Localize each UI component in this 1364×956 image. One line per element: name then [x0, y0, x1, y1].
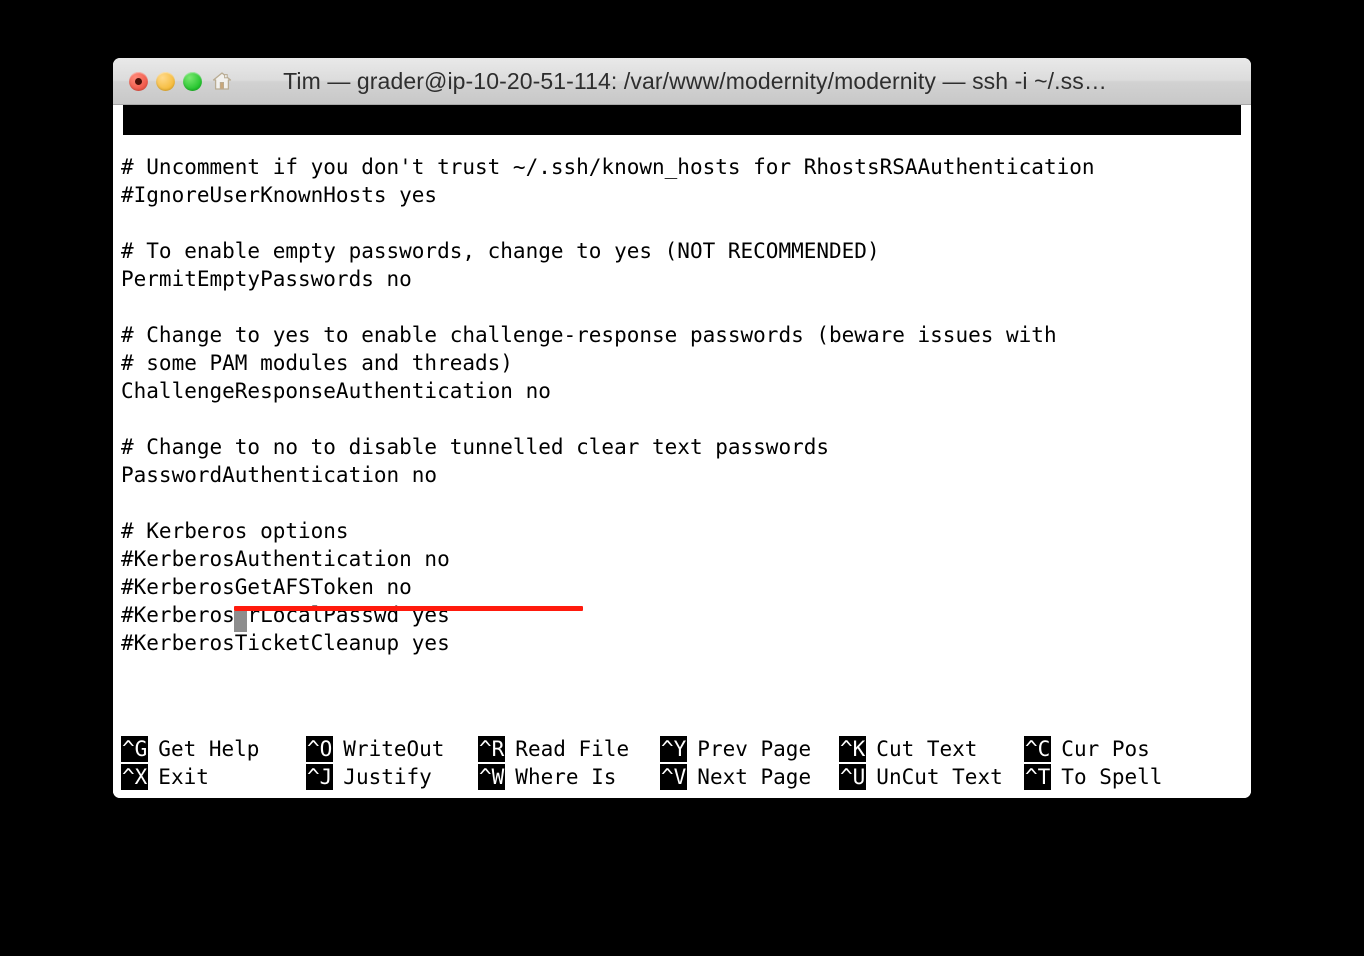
shortcut-key: ^V [660, 764, 688, 790]
shortcut-ctrl-u[interactable]: ^U UnCut Text [839, 763, 1024, 791]
shortcut-ctrl-j[interactable]: ^J Justify [306, 763, 478, 791]
editor-line: # To enable empty passwords, change to y… [121, 237, 1249, 265]
editor-line-text: # To enable empty passwords, change to y… [121, 239, 880, 263]
editor-line-text: #IgnoreUserKnownHosts yes [121, 183, 438, 207]
shortcut-key: ^J [306, 764, 334, 790]
shortcut-row-1: ^G Get Help ^O WriteOut ^R Read File ^Y Prev Pa… [121, 735, 1245, 763]
editor-line-text: #KerberosAuthentication no [121, 547, 450, 571]
shortcut-label: WriteOut [343, 737, 445, 761]
editor-line-text: ChallengeResponseAuthentication no [121, 379, 551, 403]
shortcut-ctrl-g[interactable]: ^G Get Help [121, 735, 306, 763]
nano-shortcut-bar: ^G Get Help ^O WriteOut ^R Read File ^Y Prev Pa… [121, 735, 1245, 791]
shortcut-ctrl-k[interactable]: ^K Cut Text [839, 735, 1024, 763]
shortcut-key: ^G [121, 736, 149, 762]
editor-line-text: # Change to yes to enable challenge-resp… [121, 323, 1057, 347]
shortcut-ctrl-t[interactable]: ^T To Spell [1024, 763, 1184, 791]
shortcut-ctrl-o[interactable]: ^O WriteOut [306, 735, 478, 763]
shortcut-ctrl-v[interactable]: ^V Next Page [660, 763, 839, 791]
shortcut-key: ^Y [660, 736, 688, 762]
editor-line-text: # Change to no to disable tunnelled clea… [121, 435, 830, 459]
shortcut-label: Justify [343, 765, 432, 789]
traffic-lights [129, 58, 202, 104]
editor-line-text: # some PAM modules and threads) [121, 351, 513, 375]
editor-line: # Change to yes to enable challenge-resp… [121, 321, 1249, 349]
close-button[interactable] [129, 71, 148, 91]
shortcut-label: Read File [515, 737, 630, 761]
shortcut-label: Next Page [697, 765, 812, 789]
editor-line-text: #KerberosTicketCleanup yes [121, 631, 450, 655]
shortcut-key: ^W [478, 764, 506, 790]
editor-line-text: #KerberosGetAFSToken no [121, 575, 412, 599]
shortcut-ctrl-c[interactable]: ^C Cur Pos [1024, 735, 1184, 763]
text-cursor [234, 611, 247, 632]
editor-line: PasswordAuthentication no [121, 461, 1249, 489]
editor-line-text: # Uncomment if you don't trust ~/.ssh/kn… [121, 155, 1095, 179]
shortcut-label: Prev Page [697, 737, 812, 761]
editor-line-text: PermitEmptyPasswords no [121, 267, 412, 291]
home-icon [210, 69, 234, 93]
shortcut-row-2: ^X Exit ^J Justify ^W Where Is ^V Next Page ^U Un… [121, 763, 1245, 791]
editor-line: #IgnoreUserKnownHosts yes [121, 181, 1249, 209]
shortcut-label: To Spell [1061, 765, 1163, 789]
shortcut-ctrl-x[interactable]: ^X Exit [121, 763, 306, 791]
nano-editor[interactable]: GNU nano 2.2.6 File: /etc/ssh/sshd_config… [113, 105, 1251, 798]
minimize-button[interactable] [156, 71, 175, 91]
maximize-button[interactable] [183, 71, 202, 91]
nano-title-bar: GNU nano 2.2.6 File: /etc/ssh/sshd_config [123, 105, 1241, 162]
editor-line: # some PAM modules and threads) [121, 349, 1249, 377]
window-titlebar[interactable]: Tim — grader@ip-10-20-51-114: /var/www/m… [113, 58, 1251, 105]
editor-text-area[interactable]: # Uncomment if you don't trust ~/.ssh/kn… [121, 153, 1249, 657]
shortcut-key: ^O [306, 736, 334, 762]
shortcut-ctrl-w[interactable]: ^W Where Is [478, 763, 660, 791]
editor-line-text: PasswordAuthentication no [121, 463, 438, 487]
shortcut-label: Exit [158, 765, 209, 789]
shortcut-key: ^K [839, 736, 867, 762]
editor-line-text: # Kerberos options [121, 519, 349, 543]
shortcut-key: ^T [1024, 764, 1052, 790]
editor-line: # Uncomment if you don't trust ~/.ssh/kn… [121, 153, 1249, 181]
editor-line: PermitEmptyPasswords no [121, 265, 1249, 293]
editor-line: ChallengeResponseAuthentication no [121, 377, 1249, 405]
shortcut-label: Where Is [515, 765, 617, 789]
shortcut-key: ^X [121, 764, 149, 790]
shortcut-label: Cut Text [876, 737, 978, 761]
window-title: Tim — grader@ip-10-20-51-114: /var/www/m… [283, 67, 1107, 94]
editor-line: #KerberosAuthentication no [121, 545, 1249, 573]
annotation-underline [234, 606, 583, 611]
terminal-window: Tim — grader@ip-10-20-51-114: /var/www/m… [113, 58, 1251, 798]
shortcut-key: ^U [839, 764, 867, 790]
shortcut-label: UnCut Text [876, 765, 1003, 789]
shortcut-key: ^R [478, 736, 506, 762]
editor-line: #KerberosGetAFSToken no [121, 573, 1249, 601]
shortcut-label: Cur Pos [1061, 737, 1150, 761]
editor-line: #KerberosTicketCleanup yes [121, 629, 1249, 657]
shortcut-label: Get Help [158, 737, 260, 761]
shortcut-ctrl-y[interactable]: ^Y Prev Page [660, 735, 839, 763]
editor-line: # Change to no to disable tunnelled clea… [121, 433, 1249, 461]
editor-line: # Kerberos options [121, 517, 1249, 545]
shortcut-ctrl-r[interactable]: ^R Read File [478, 735, 660, 763]
shortcut-key: ^C [1024, 736, 1052, 762]
